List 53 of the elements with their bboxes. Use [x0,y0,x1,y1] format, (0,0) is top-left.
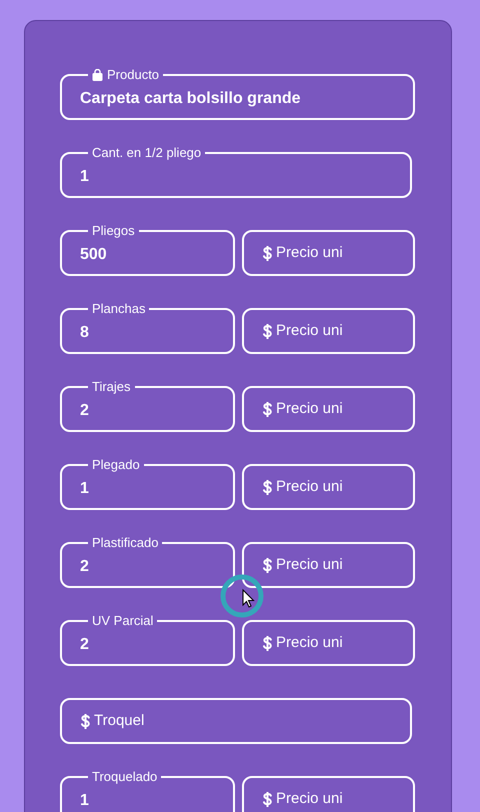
field-label: Pliegos [91,223,136,239]
input-field[interactable]: Precio uni [242,620,415,666]
input-field[interactable]: UV Parcial 2 [60,613,235,666]
field-value: 8 [80,323,89,343]
field-value: Carpeta carta bolsillo grande [80,89,301,109]
dollar-icon [263,480,272,494]
field-value: 2 [80,557,89,577]
field-label: Troquelado [91,769,158,785]
field-value: 1 [80,479,89,499]
dollar-icon [263,402,272,416]
placeholder-text: Precio uni [276,321,343,341]
placeholder-text: Precio uni [276,243,343,263]
input-field[interactable]: Troquel [60,698,412,744]
field-value: 2 [80,635,89,655]
placeholder-text: Troquel [94,711,144,731]
dollar-icon [263,246,272,260]
input-field[interactable]: Plastificado 2 [60,535,235,588]
dollar-icon [263,324,272,338]
field-value: 2 [80,401,89,421]
field-label: Plegado [91,457,141,473]
input-field[interactable]: Precio uni [242,464,415,510]
dollar-icon [263,558,272,572]
input-field[interactable]: Troquelado 1 [60,769,235,812]
input-field[interactable]: Cant. en 1/2 pliego 1 [60,145,412,198]
field-label: Planchas [91,301,146,317]
input-field[interactable]: Tirajes 2 [60,379,235,432]
placeholder-text: Precio uni [276,555,343,575]
cursor-icon [219,573,265,619]
field-label: Tirajes [91,379,132,395]
input-field[interactable]: Plegado 1 [60,457,235,510]
field-label: UV Parcial [91,613,154,629]
input-field[interactable]: Pliegos 500 [60,223,235,276]
input-field[interactable]: Producto Carpeta carta bolsillo grande [60,67,415,120]
field-value: 1 [80,791,89,811]
input-field[interactable]: Precio uni [242,230,415,276]
input-field[interactable]: Planchas 8 [60,301,235,354]
placeholder-text: Precio uni [276,399,343,419]
field-label: Plastificado [91,535,160,551]
field-value: 1 [80,167,89,187]
dollar-icon [81,714,90,728]
input-field[interactable]: Precio uni [242,308,415,354]
input-field[interactable]: Precio uni [242,776,415,812]
field-label: Producto [88,67,164,83]
field-label: Cant. en 1/2 pliego [91,145,202,161]
input-field[interactable]: Precio uni [242,386,415,432]
field-value: 500 [80,245,107,265]
shopping-bag-icon [92,68,103,81]
dollar-icon [263,792,272,806]
placeholder-text: Precio uni [276,477,343,497]
placeholder-text: Precio uni [276,789,343,809]
dollar-icon [263,636,272,650]
placeholder-text: Precio uni [276,633,343,653]
input-field[interactable]: Precio uni [242,542,415,588]
